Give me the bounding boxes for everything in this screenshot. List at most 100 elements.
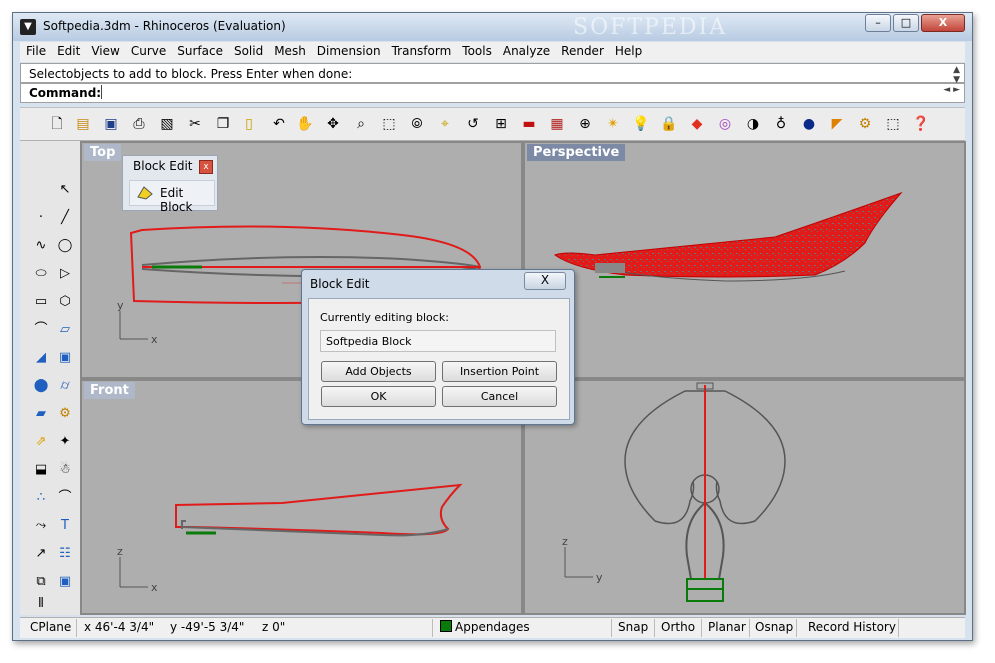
cplane-icon[interactable]: ⊕	[574, 113, 596, 135]
menu-transform[interactable]: Transform	[386, 42, 457, 58]
extrude-icon[interactable]: ◢	[30, 347, 52, 369]
dimension-icon[interactable]: ⇗	[30, 431, 52, 453]
new-file-icon[interactable]: 🗋	[46, 113, 68, 135]
cylinder-icon[interactable]: ⌭	[54, 375, 76, 397]
curve-from-object-icon[interactable]: ⌒	[30, 319, 52, 341]
help-icon[interactable]: ❓	[910, 113, 932, 135]
osnap-toggle[interactable]: Osnap	[755, 620, 793, 634]
mesh-icon[interactable]: ▰	[30, 403, 52, 425]
arc-icon[interactable]: ▷	[54, 263, 76, 285]
curve-icon[interactable]: ∿	[30, 235, 52, 257]
solid-spheres-icon[interactable]: ⬤	[30, 375, 52, 397]
undo-view-icon[interactable]: ↺	[462, 113, 484, 135]
zoom-extents-icon[interactable]: ⦾	[406, 113, 428, 135]
ok-button[interactable]: OK	[321, 386, 436, 407]
surface-icon[interactable]: ▱	[54, 319, 76, 341]
undo-icon[interactable]: ↶	[268, 113, 290, 135]
shaded-sphere-icon[interactable]: ◑	[742, 113, 764, 135]
polygon-icon[interactable]: ⬡	[54, 291, 76, 313]
zoom-window-icon[interactable]: ⬚	[378, 113, 400, 135]
array-icon[interactable]: ☷	[54, 543, 76, 565]
menu-solid[interactable]: Solid	[228, 42, 268, 58]
join-icon[interactable]: ⤳	[30, 515, 52, 537]
menu-file[interactable]: File	[20, 42, 51, 58]
record-history-toggle[interactable]: Record History	[808, 620, 896, 634]
group-icon[interactable]: ∴	[30, 487, 52, 509]
box-icon[interactable]: ▣	[54, 347, 76, 369]
add-objects-button[interactable]: Add Objects	[321, 361, 436, 382]
block-edit-toolbar-close-button[interactable]: x	[199, 160, 213, 174]
command-nav-icon[interactable]: ◄ ►	[943, 85, 960, 95]
text-icon[interactable]: T	[54, 515, 76, 537]
block-icon[interactable]: ▣	[54, 571, 76, 593]
mirror-icon[interactable]: ⧉	[30, 571, 52, 593]
layers-icon[interactable]: ◆	[686, 113, 708, 135]
pan-hand-icon[interactable]: ✋	[294, 113, 316, 135]
cut-icon[interactable]: ✂	[184, 113, 206, 135]
menu-mesh[interactable]: Mesh	[268, 42, 311, 58]
menu-view[interactable]: View	[85, 42, 124, 58]
open-folder-icon[interactable]: ▤	[72, 113, 94, 135]
right-axis-y: y	[596, 571, 603, 584]
options-gear-icon[interactable]: ⚙	[854, 113, 876, 135]
planar-toggle[interactable]: Planar	[708, 620, 746, 634]
save-icon[interactable]: ▣	[100, 113, 122, 135]
menu-render[interactable]: Render	[555, 42, 609, 58]
point-icon[interactable]: ·	[30, 207, 52, 229]
light-bulb-icon[interactable]: 💡	[630, 113, 652, 135]
select-points-icon[interactable]: ⬚	[882, 113, 904, 135]
four-viewports-icon[interactable]: ⊞	[490, 113, 512, 135]
menu-surface[interactable]: Surface	[171, 42, 228, 58]
close-button[interactable]: X	[921, 14, 965, 32]
menu-tools[interactable]: Tools	[456, 42, 497, 58]
command-input[interactable]	[101, 85, 890, 99]
menu-curve[interactable]: Curve	[125, 42, 171, 58]
select-arrow-icon[interactable]: ↖	[54, 179, 76, 201]
grid-plane-icon[interactable]: ▦	[546, 113, 568, 135]
fillet-icon[interactable]: ⌒	[54, 487, 76, 509]
rotate-view-icon[interactable]: ✥	[322, 113, 344, 135]
cplane-label[interactable]: CPlane	[30, 620, 71, 634]
color-wheel-icon[interactable]: ◎	[714, 113, 736, 135]
layer-selector[interactable]: Appendages	[440, 620, 530, 634]
analysis-icon[interactable]: ⫴	[30, 593, 52, 615]
rhino-app-icon[interactable]: ▼	[20, 19, 36, 35]
wireframe-sphere-icon[interactable]: ♁	[770, 113, 792, 135]
osnap-icon[interactable]: ✴	[602, 113, 624, 135]
menu-analyze[interactable]: Analyze	[497, 42, 555, 58]
right-viewport[interactable]: z y	[525, 381, 964, 613]
boolean-icon[interactable]: ☃	[54, 459, 76, 481]
menu-dimension[interactable]: Dimension	[311, 42, 386, 58]
split-icon[interactable]: ⬓	[30, 459, 52, 481]
insertion-point-button[interactable]: Insertion Point	[442, 361, 557, 382]
cancel-button[interactable]: Cancel	[442, 386, 557, 407]
edit-block-button[interactable]: Edit Block	[129, 180, 215, 214]
gears-icon[interactable]: ⚙	[54, 403, 76, 425]
paste-icon[interactable]: ▯	[238, 113, 260, 135]
ortho-toggle[interactable]: Ortho	[661, 620, 695, 634]
export-icon[interactable]: ▧	[156, 113, 178, 135]
move-icon[interactable]: ↗	[30, 543, 52, 565]
dialog-close-button[interactable]: X	[524, 272, 566, 290]
circle-icon[interactable]: ◯	[54, 235, 76, 257]
copy-icon[interactable]: ❐	[212, 113, 234, 135]
minimize-button[interactable]: –	[865, 14, 891, 32]
print-icon[interactable]: ⎙	[128, 113, 150, 135]
render-sphere-icon[interactable]: ●	[798, 113, 820, 135]
polyline-icon[interactable]: ╱	[54, 207, 76, 229]
ellipse-icon[interactable]: ⬭	[30, 263, 52, 285]
render-tool-icon[interactable]: ◤	[826, 113, 848, 135]
title-bar[interactable]: ▼ Softpedia.3dm - Rhinoceros (Evaluation…	[13, 13, 972, 41]
menu-help[interactable]: Help	[609, 42, 647, 58]
lock-icon[interactable]: 🔒	[658, 113, 680, 135]
snap-toggle[interactable]: Snap	[618, 620, 648, 634]
zoom-selected-icon[interactable]: ⌖	[434, 113, 456, 135]
zoom-icon[interactable]: ⌕	[350, 113, 372, 135]
car-icon[interactable]: ▬	[518, 113, 540, 135]
menu-edit[interactable]: Edit	[51, 42, 85, 58]
transform-icon[interactable]: ✦	[54, 431, 76, 453]
maximize-button[interactable]: □	[893, 14, 919, 32]
history-scroll-icon[interactable]: ▲ ▼	[953, 65, 960, 85]
rectangle-icon[interactable]: ▭	[30, 291, 52, 313]
perspective-viewport[interactable]: Perspective	[525, 143, 964, 377]
